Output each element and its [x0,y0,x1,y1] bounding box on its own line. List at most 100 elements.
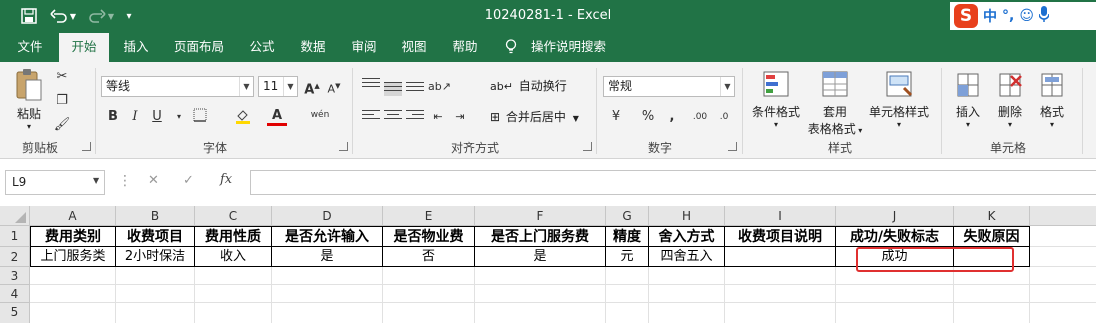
cell-A2[interactable]: 上门服务类 [30,247,116,267]
tab-data[interactable]: 数据 [291,33,335,62]
tab-home[interactable]: 开始 [59,33,109,62]
decrease-font-icon[interactable]: A▼ [324,77,344,96]
italic-button[interactable]: I [125,108,145,126]
column-header[interactable]: E [383,206,475,226]
increase-decimal-button[interactable]: .00 [690,108,710,126]
currency-icon[interactable]: ¥ [606,108,626,126]
percent-button[interactable]: % [638,108,658,126]
ime-punct[interactable]: °, [1002,8,1014,24]
cell-B1[interactable]: 收费项目 [116,226,195,247]
cell-C1[interactable]: 费用性质 [195,226,272,247]
align-left-icon[interactable] [362,110,380,124]
merge-center-button[interactable]: ⊞ 合并后居中 ▼ [490,108,579,125]
align-bottom-icon[interactable] [406,82,424,96]
underline-button[interactable]: U [147,108,167,126]
cell-C2[interactable]: 收入 [195,247,272,267]
more-options-icon[interactable]: ⋮ [118,173,132,189]
column-header[interactable]: B [116,206,195,226]
formula-input[interactable] [250,170,1096,195]
tab-page-layout[interactable]: 页面布局 [164,33,234,62]
ime-mode[interactable]: 中 [983,6,997,26]
cell-D2[interactable]: 是 [272,247,383,267]
increase-indent-icon[interactable]: ⇥ [450,108,470,126]
column-header[interactable]: F [475,206,606,226]
font-launcher-icon[interactable] [339,142,348,151]
cell-E1[interactable]: 是否物业费 [383,226,475,247]
copy-icon[interactable]: ❐ [52,92,72,110]
row-header[interactable]: 2 [0,247,30,267]
cell-K1[interactable]: 失败原因 [954,226,1030,247]
column-header-empty[interactable] [1030,206,1096,226]
cut-icon[interactable]: ✂ [52,68,72,86]
conditional-formatting-button[interactable]: 条件格式 ▾ [748,70,804,129]
align-center-icon[interactable] [384,110,402,124]
select-all-corner[interactable] [0,206,30,226]
font-family-select[interactable]: 等线 ▼ [101,76,254,97]
decrease-indent-icon[interactable]: ⇤ [428,108,448,126]
number-launcher-icon[interactable] [728,142,737,151]
cell-G2[interactable]: 元 [606,247,649,267]
bold-button[interactable]: B [103,108,123,126]
wrap-text-button[interactable]: ab↵ 自动换行 [490,77,567,94]
column-header[interactable]: D [272,206,383,226]
cell-I1[interactable]: 收费项目说明 [725,226,836,247]
column-header[interactable]: H [649,206,725,226]
cell-A1[interactable]: 费用类别 [30,226,116,247]
column-header[interactable]: C [195,206,272,226]
column-header[interactable]: I [725,206,836,226]
cell-styles-button[interactable]: 单元格样式 ▾ [866,70,932,129]
cell-B2[interactable]: 2小时保洁 [116,247,195,267]
row-header[interactable]: 4 [0,285,30,303]
format-as-table-button[interactable]: 套用 表格格式 ▾ [805,70,865,137]
insert-cells-button[interactable]: 插入 ▾ [948,70,988,129]
clipboard-launcher-icon[interactable] [82,142,91,151]
chevron-down-icon[interactable]: ▾ [169,108,189,126]
tab-insert[interactable]: 插入 [114,33,158,62]
column-header[interactable]: G [606,206,649,226]
cell-F2[interactable]: 是 [475,247,606,267]
align-right-icon[interactable] [406,110,424,124]
name-box[interactable]: L9 [5,170,105,195]
cell-I2[interactable] [725,247,836,267]
font-color-button[interactable]: A [267,107,287,126]
row-header[interactable]: 5 [0,303,30,323]
chevron-down-icon[interactable]: ▼ [93,176,99,185]
cell-J1[interactable]: 成功/失败标志 [836,226,954,247]
borders-icon[interactable] [190,108,210,126]
column-header[interactable]: K [954,206,1030,226]
cancel-icon[interactable]: ✕ [148,173,159,188]
tab-formulas[interactable]: 公式 [240,33,284,62]
cell-H1[interactable]: 舍入方式 [649,226,725,247]
format-cells-button[interactable]: 格式 ▾ [1032,70,1072,129]
cell-H2[interactable]: 四舍五入 [649,247,725,267]
cell-G1[interactable]: 精度 [606,226,649,247]
increase-font-icon[interactable]: A▲ [302,77,322,97]
microphone-icon[interactable] [1038,6,1050,26]
function-icon[interactable]: fx [220,172,232,187]
paste-button[interactable]: 粘贴 ▾ [10,68,48,131]
row-header[interactable]: 1 [0,226,30,247]
tell-me-search[interactable]: 操作说明搜索 [505,33,606,62]
column-header[interactable]: A [30,206,116,226]
phonetic-guide-button[interactable]: wén [310,106,330,124]
number-format-select[interactable]: 常规 ▼ [603,76,735,97]
align-middle-icon[interactable] [384,82,402,96]
tab-view[interactable]: 视图 [392,33,436,62]
column-header[interactable]: J [836,206,954,226]
cell-F1[interactable]: 是否上门服务费 [475,226,606,247]
fill-color-icon[interactable] [233,108,253,126]
cell-E2[interactable]: 否 [383,247,475,267]
tab-help[interactable]: 帮助 [443,33,487,62]
format-painter-icon[interactable]: 🖌 [52,116,72,134]
tab-file[interactable]: 文件 [6,33,54,62]
row-header[interactable]: 3 [0,267,30,285]
decrease-decimal-button[interactable]: .0 [714,108,734,126]
comma-button[interactable]: , [662,108,682,126]
smiley-icon[interactable]: ☺ [1019,8,1034,24]
tab-review[interactable]: 审阅 [342,33,386,62]
delete-cells-button[interactable]: 删除 ▾ [990,70,1030,129]
align-top-icon[interactable] [362,78,380,92]
orientation-icon[interactable]: ab↗ [428,78,451,96]
enter-icon[interactable]: ✓ [183,173,194,188]
sogou-logo[interactable]: S [954,4,978,28]
